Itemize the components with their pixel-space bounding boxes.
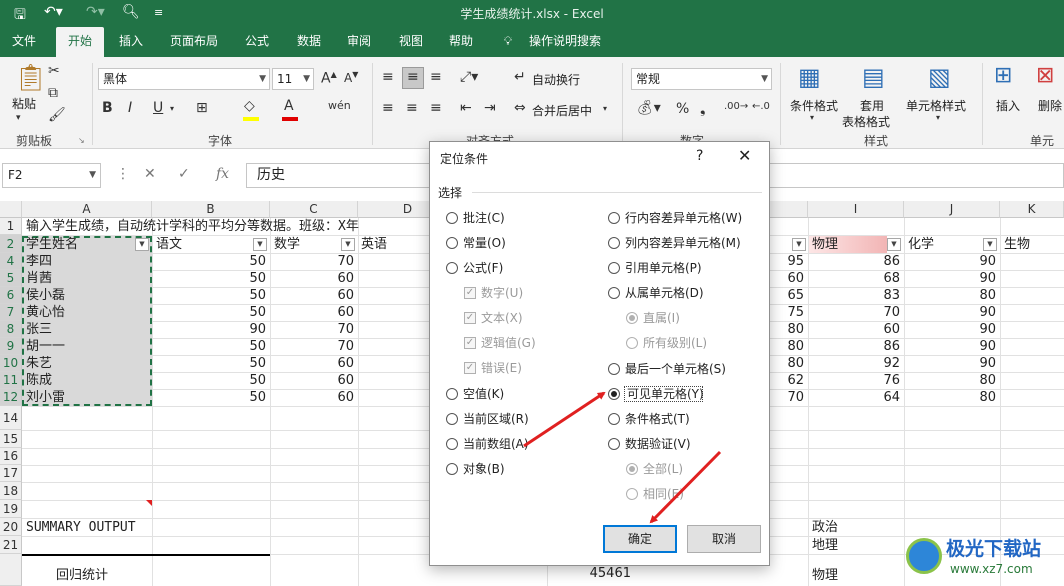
arrow-to-ok-button: [649, 450, 722, 524]
watermark-logo-icon: [906, 538, 942, 574]
watermark-url: www.xz7.com: [950, 562, 1033, 576]
arrow-to-visible-cells: [523, 391, 606, 448]
annotation-arrows: [523, 391, 722, 524]
watermark: 极光下载站 www.xz7.com: [904, 534, 1064, 586]
watermark-text: 极光下载站: [946, 538, 1042, 560]
